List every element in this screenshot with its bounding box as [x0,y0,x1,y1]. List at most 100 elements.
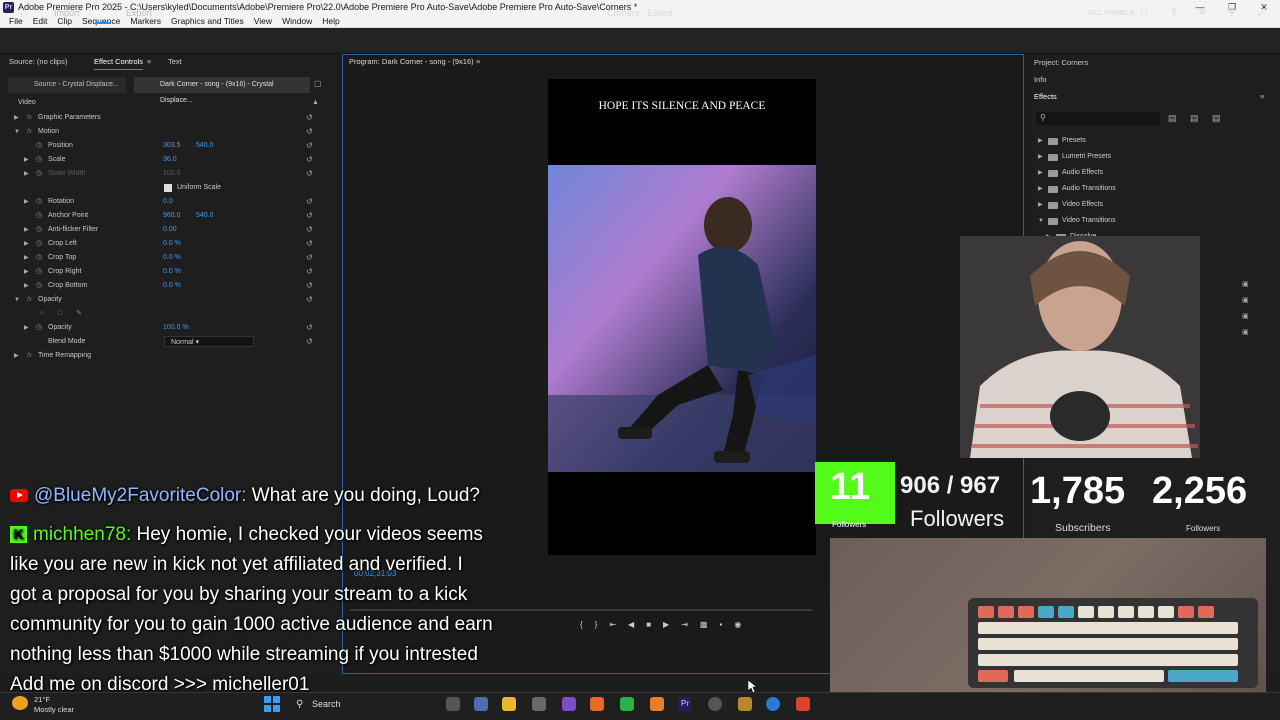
stopwatch-icon[interactable]: ◷ [36,265,42,279]
reset-icon[interactable]: ↺ [306,279,313,293]
home-icon[interactable]: ⌂ [20,6,34,20]
stopwatch-icon[interactable]: ◷ [36,209,42,223]
all-panels-button[interactable]: ALL PANELS [1088,8,1134,17]
effect-row[interactable]: ▶ ◷ Crop Top 0.0 % ↺ [0,251,330,265]
source-clip-tab[interactable]: Source - Crystal Displace... [8,77,126,93]
disclosure-arrow-icon[interactable]: ▶ [24,279,29,293]
browser-icon[interactable] [766,697,780,711]
tab-edit[interactable]: Edit [95,8,111,24]
effect-row[interactable]: ▶ ◷ Opacity 100.0 % ↺ [0,321,330,335]
effect-value[interactable]: 540.0 [196,139,214,153]
uniform-scale-checkbox[interactable] [164,184,172,192]
reset-icon[interactable]: ↺ [306,111,313,125]
mark-out-icon[interactable]: } [595,620,598,634]
effect-row[interactable]: Uniform Scale [0,181,330,195]
expand-icon[interactable]: ▢ [314,79,322,88]
weather-icon[interactable] [12,696,28,710]
disclosure-arrow-icon[interactable]: ▶ [24,167,29,181]
step-forward-icon[interactable]: ▶ [663,620,669,634]
share-icon[interactable]: ⇧ [1168,7,1180,18]
effect-value[interactable]: 0.0 % [163,251,181,265]
effect-row[interactable]: ▶ ◷ Anti-flicker Filter 0.00 ↺ [0,223,330,237]
effect-value[interactable]: 0.0 % [163,265,181,279]
tab-effect-controls[interactable]: Effect Controls [94,55,144,70]
effect-row[interactable]: ◷ Anchor Point 960.0 540.0 ↺ [0,209,330,223]
pen-mask-icon[interactable]: ✎ [76,307,82,321]
disclosure-arrow-icon[interactable]: ▶ [24,251,29,265]
office-icon[interactable] [590,697,604,711]
fx-toggle-icon[interactable]: fx [27,125,32,139]
effect-row[interactable]: ▶ fx Time Remapping [0,349,330,363]
sequence-clip-tab[interactable]: Dark Corner - song - (9x16) - Crystal Di… [134,77,310,104]
effect-value[interactable]: 36.0 [163,153,177,167]
effect-row[interactable]: ▶ ◷ Scale Width 100.0 ↺ [0,167,330,181]
disclosure-arrow-icon[interactable]: ▶ [24,153,29,167]
fullscreen-icon[interactable]: ⤢ [1256,7,1268,18]
fx-toggle-icon[interactable]: fx [27,293,32,307]
menu-icon[interactable]: ≡ [1196,7,1208,18]
rectangle-mask-icon[interactable]: □ [58,307,62,321]
effects-search-input[interactable]: ⚲ [1036,112,1160,125]
file-explorer-icon[interactable] [502,697,516,711]
effect-row[interactable]: ▶ ◷ Crop Left 0.0 % ↺ [0,237,330,251]
stopwatch-icon[interactable]: ◷ [36,195,42,209]
overwrite-icon[interactable]: ▪ [719,620,722,634]
tab-text[interactable]: Text [168,55,182,69]
spreadsheet-icon[interactable] [620,697,634,711]
stopwatch-icon[interactable]: ◷ [36,153,42,167]
effect-row[interactable]: ▶ ◷ Scale 36.0 ↺ [0,153,330,167]
search-icon[interactable]: ⚲ [1226,7,1238,18]
effect-row[interactable]: ▶ ◷ Crop Bottom 0.0 % ↺ [0,279,330,293]
reset-icon[interactable]: ↺ [306,251,313,265]
effect-value[interactable]: 0.00 [163,223,177,237]
reset-icon[interactable]: ↺ [306,167,313,181]
disclosure-arrow-icon[interactable]: ▶ [1038,198,1043,212]
effect-value[interactable]: 303.5 [163,139,181,153]
effect-value[interactable]: 100.0 [163,167,181,181]
menu-window[interactable]: Window [277,15,317,27]
effect-value[interactable]: 0.0 [163,195,173,209]
weather-description[interactable]: Mostly clear [34,705,74,714]
go-to-out-icon[interactable]: ⇥ [681,620,688,634]
task-view-icon[interactable] [446,697,460,711]
stopwatch-icon[interactable]: ◷ [36,237,42,251]
visual-studio-icon[interactable] [562,697,576,711]
disclosure-arrow-icon[interactable]: ▶ [1038,166,1043,180]
app-icon[interactable] [650,697,664,711]
tab-import[interactable]: Import [54,8,80,18]
reset-icon[interactable]: ↺ [306,209,313,223]
stopwatch-icon[interactable]: ◷ [36,139,42,153]
app-icon-2[interactable] [738,697,752,711]
filter-yuv-icon[interactable]: ▤ [1212,113,1221,124]
disclosure-arrow-icon[interactable]: ▶ [1038,150,1043,164]
effects-panel-label[interactable]: Effects [1034,92,1057,101]
settings-icon[interactable] [532,697,546,711]
mark-in-icon[interactable]: { [580,620,583,634]
effects-menu-icon[interactable]: ≡ [1260,92,1264,101]
disclosure-arrow-icon[interactable]: ▼ [14,293,20,307]
reset-icon[interactable]: ↺ [306,265,313,279]
effect-value[interactable]: 100.0 % [163,321,189,335]
effect-value[interactable]: 0.0 % [163,279,181,293]
tab-export[interactable]: Export [126,8,152,18]
panel-icon[interactable]: □ [1138,7,1150,18]
tab-source[interactable]: Source: (no clips) [9,55,67,69]
disclosure-arrow-icon[interactable]: ▼ [1038,214,1044,228]
reset-icon[interactable]: ↺ [306,139,313,153]
effect-row[interactable]: ▶ fx Graphic Parameters ↺ [0,111,330,125]
effect-row[interactable]: ▼ fx Opacity ↺ [0,293,330,307]
disclosure-arrow-icon[interactable]: ▼ [14,125,20,139]
reset-icon[interactable]: ↺ [306,223,313,237]
stop-icon[interactable]: ■ [646,620,651,634]
panel-menu-icon[interactable]: ≡ [147,55,151,69]
timeline-scrubber[interactable] [350,609,812,611]
step-back-icon[interactable]: ◀ [628,620,634,634]
new-bin-icon[interactable]: ▤ [1168,113,1177,124]
project-panel-label[interactable]: Project: Corners [1034,58,1088,67]
windows-start-icon[interactable] [264,696,280,712]
premiere-taskbar-icon[interactable]: Pr [678,697,692,711]
effect-row[interactable]: ▶ ◷ Rotation 0.0 ↺ [0,195,330,209]
reset-icon[interactable]: ↺ [306,125,313,139]
stopwatch-icon[interactable]: ◷ [36,279,42,293]
stopwatch-icon[interactable]: ◷ [36,223,42,237]
